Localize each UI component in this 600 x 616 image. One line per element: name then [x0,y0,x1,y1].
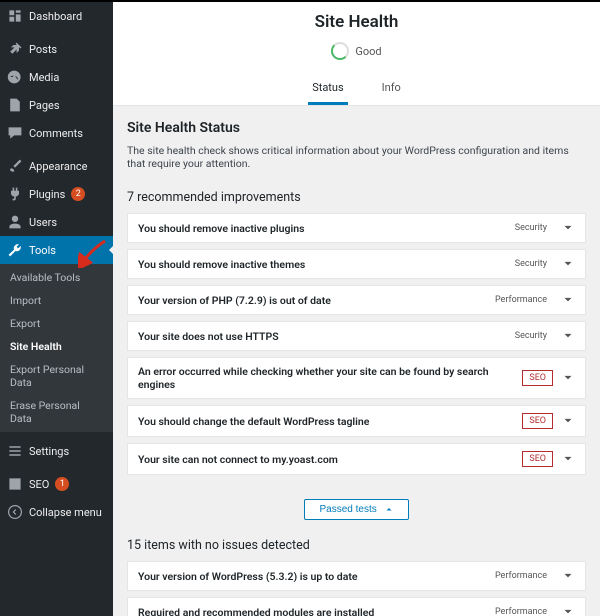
admin-sidebar: Dashboard Posts Media Pages Comments App… [0,0,113,616]
category-tag: Security [509,329,553,343]
collapse-icon [7,504,23,520]
accordion-item[interactable]: You should change the default WordPress … [127,405,586,437]
accordion-title: You should remove inactive plugins [138,222,509,235]
accordion-item[interactable]: Your version of WordPress (5.3.2) is up … [127,561,586,591]
health-content: Site Health Status The site health check… [113,106,600,616]
chevron-down-icon [561,414,575,428]
status-label: Good [355,45,381,58]
main-content: Site Health Good Status Info Site Health… [113,0,600,616]
accordion-title: Your site does not use HTTPS [138,330,509,343]
plugins-badge: 2 [71,187,85,201]
chevron-down-icon [561,605,575,616]
menu-label: Collapse menu [29,506,102,519]
menu-label: Settings [29,445,69,458]
accordion-title: Required and recommended modules are ins… [138,606,489,616]
category-tag: SEO [522,451,553,467]
no-issues-heading: 15 items with no issues detected [127,538,586,553]
category-tag: Performance [489,605,553,616]
category-tag: SEO [522,370,553,386]
sub-site-health[interactable]: Site Health [0,335,113,358]
chevron-down-icon [561,293,575,307]
chevron-down-icon [561,329,575,343]
chevron-down-icon [561,452,575,466]
accordion-title: An error occurred while checking whether… [138,365,522,391]
accordion-title: Your version of PHP (7.2.9) is out of da… [138,294,489,307]
accordion-item[interactable]: You should remove inactive themes Securi… [127,249,586,279]
seo-badge: 1 [55,477,69,491]
category-tag: Performance [489,569,553,583]
status-intro: The site health check shows critical inf… [127,144,586,170]
accordion-item[interactable]: You should remove inactive plugins Secur… [127,213,586,243]
category-tag: Security [509,221,553,235]
menu-label: Plugins [29,188,65,201]
recommended-heading: 7 recommended improvements [127,190,586,205]
category-tag: Security [509,257,553,271]
accordion-item[interactable]: Your version of PHP (7.2.9) is out of da… [127,285,586,315]
accordion-item[interactable]: Your site can not connect to my.yoast.co… [127,443,586,475]
accordion-item[interactable]: An error occurred while checking whether… [127,357,586,399]
category-tag: Performance [489,293,553,307]
chevron-down-icon [561,371,575,385]
status-heading: Site Health Status [127,120,586,136]
page-title: Site Health [113,12,600,32]
passed-list: Your version of WordPress (5.3.2) is up … [127,561,586,616]
accordion-item[interactable]: Required and recommended modules are ins… [127,597,586,616]
menu-label: Comments [29,127,83,140]
passed-label: Passed tests [319,504,376,515]
chevron-down-icon [561,569,575,583]
accordion-item[interactable]: Your site does not use HTTPS Security [127,321,586,351]
accordion-title: Your site can not connect to my.yoast.co… [138,453,522,466]
menu-label: Tools [29,244,56,257]
menu-label: Users [29,216,57,229]
accordion-title: You should change the default WordPress … [138,415,522,428]
menu-label: Pages [29,99,60,112]
category-tag: SEO [522,413,553,429]
menu-collapse[interactable]: Collapse menu [0,498,113,526]
status-indicator: Good [331,42,381,60]
menu-label: Dashboard [29,10,82,23]
tab-info[interactable]: Info [378,73,405,105]
passed-tests-button[interactable]: Passed tests [304,499,408,520]
health-tabs: Status Info [113,73,600,106]
chevron-down-icon [561,221,575,235]
recommended-list: You should remove inactive plugins Secur… [127,213,586,475]
tab-status[interactable]: Status [308,73,347,105]
chevron-up-icon [384,504,394,514]
accordion-title: Your version of WordPress (5.3.2) is up … [138,570,489,583]
menu-tools[interactable]: Tools [0,236,113,264]
chevron-down-icon [561,257,575,271]
site-health-header: Site Health Good Status Info [113,2,600,106]
menu-label: SEO [29,478,49,491]
progress-circle-icon [331,42,349,60]
menu-label: Posts [29,43,57,56]
accordion-title: You should remove inactive themes [138,258,509,271]
menu-label: Appearance [29,160,88,173]
wrench-icon [7,242,23,258]
menu-label: Media [29,71,59,84]
